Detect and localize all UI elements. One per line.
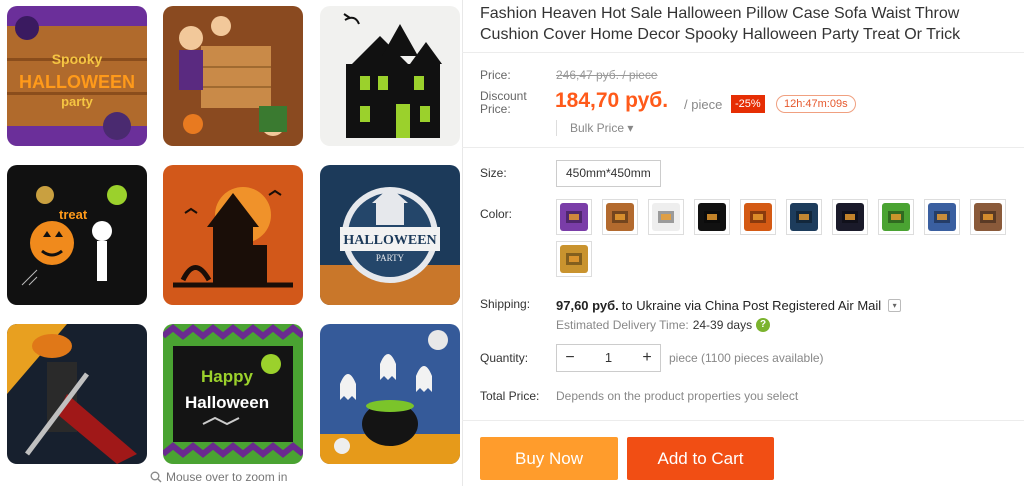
delivery-estimate: Estimated Delivery Time: 24-39 days ? bbox=[556, 318, 771, 332]
pillow-ghosts-cauldron-icon bbox=[320, 324, 460, 464]
pillow-swatch-icon bbox=[974, 203, 1002, 231]
discount-price-label: Discount Price: bbox=[480, 90, 527, 116]
thumbnail-halloween-party-banner[interactable]: HALLOWEEN PARTY bbox=[320, 165, 460, 305]
quantity-input[interactable]: 1 bbox=[583, 345, 634, 371]
quantity-stepper: − 1 + bbox=[556, 344, 661, 372]
shipping-cost: 97,60 руб. bbox=[556, 298, 619, 313]
magnifier-icon bbox=[150, 471, 162, 483]
pillow-pumpkin-knight-icon bbox=[7, 324, 147, 464]
add-to-cart-button[interactable]: Add to Cart bbox=[627, 437, 774, 480]
pillow-swatch-icon bbox=[744, 203, 772, 231]
zoom-hint-text: Mouse over to zoom in bbox=[166, 470, 288, 484]
buy-now-button[interactable]: Buy Now bbox=[480, 437, 618, 480]
pillow-halloween-treat-icon: treat bbox=[7, 165, 147, 305]
image-gallery: Spooky HALLOWEEN party treat HALLOWEEN P… bbox=[0, 0, 462, 486]
discount-badge: -25% bbox=[731, 95, 765, 113]
quantity-increase-button[interactable]: + bbox=[634, 345, 660, 371]
pillow-spooky-halloween-party-icon: Spooky HALLOWEEN party bbox=[7, 6, 147, 146]
color-swatch-ghosts[interactable] bbox=[924, 199, 960, 235]
pillow-swatch-icon bbox=[652, 203, 680, 231]
product-title: Fashion Heaven Hot Sale Halloween Pillow… bbox=[480, 5, 961, 43]
pillow-swatch-icon bbox=[560, 245, 588, 273]
pillow-orange-castle-icon bbox=[163, 165, 303, 305]
quantity-availability: piece (1100 pieces available) bbox=[669, 351, 824, 365]
shipping-label: Shipping: bbox=[480, 297, 531, 311]
price-unit: / piece bbox=[684, 97, 723, 112]
thumbnail-happy-halloween-zigzag[interactable]: Happy Halloween bbox=[163, 324, 303, 464]
thumbnail-haunted-house[interactable] bbox=[320, 6, 460, 146]
thumbnail-ghosts-cauldron[interactable] bbox=[320, 324, 460, 464]
svg-text:party: party bbox=[61, 94, 94, 109]
svg-text:HALLOWEEN: HALLOWEEN bbox=[19, 72, 135, 92]
pillow-swatch-icon bbox=[606, 203, 634, 231]
color-swatch-brown-pillow[interactable] bbox=[970, 199, 1006, 235]
discount-price: 184,70 руб. bbox=[555, 89, 669, 112]
svg-text:treat: treat bbox=[59, 207, 88, 222]
total-price-note: Depends on the product properties you se… bbox=[556, 389, 799, 403]
pillow-swatch-icon bbox=[560, 203, 588, 231]
quantity-decrease-button[interactable]: − bbox=[557, 345, 583, 371]
color-swatch-spooky-party[interactable] bbox=[556, 199, 592, 235]
svg-text:HALLOWEEN: HALLOWEEN bbox=[343, 233, 436, 248]
divider bbox=[462, 420, 1024, 421]
pillow-swatch-icon bbox=[928, 203, 956, 231]
divider bbox=[462, 52, 1024, 53]
price-label: Price: bbox=[480, 68, 511, 82]
eta-days: 24-39 days bbox=[692, 318, 753, 332]
shipping-route: to Ukraine via China Post Registered Air… bbox=[621, 298, 882, 313]
zoom-hint: Mouse over to zoom in bbox=[150, 470, 287, 484]
size-label: Size: bbox=[480, 166, 507, 180]
color-swatch-gold-pillow[interactable] bbox=[556, 241, 592, 277]
color-swatch-treat-black[interactable] bbox=[694, 199, 730, 235]
svg-text:Happy: Happy bbox=[201, 367, 254, 386]
color-swatch-wood-kids[interactable] bbox=[602, 199, 638, 235]
quantity-label: Quantity: bbox=[480, 351, 529, 365]
original-price: 246,47 руб. / piece bbox=[556, 68, 658, 82]
svg-text:Spooky: Spooky bbox=[52, 51, 103, 67]
pillow-swatch-icon bbox=[882, 203, 910, 231]
discount-label-line2: Price: bbox=[480, 102, 511, 116]
help-question-icon[interactable]: ? bbox=[756, 318, 771, 332]
thumbnail-halloween-treat[interactable]: treat bbox=[7, 165, 147, 305]
countdown-timer: 12h:47m:09s bbox=[776, 95, 856, 113]
shipping-dropdown-chevron-icon[interactable]: ▾ bbox=[888, 299, 902, 312]
pillow-witch-kids-wood-icon bbox=[163, 6, 303, 146]
pillow-haunted-house-icon bbox=[320, 6, 460, 146]
svg-text:Halloween: Halloween bbox=[185, 393, 269, 412]
thumbnail-orange-castle[interactable] bbox=[163, 165, 303, 305]
pillow-halloween-party-banner-icon: HALLOWEEN PARTY bbox=[320, 165, 460, 305]
pillow-swatch-icon bbox=[698, 203, 726, 231]
thumbnail-spooky-halloween-party[interactable]: Spooky HALLOWEEN party bbox=[7, 6, 147, 146]
thumbnail-witch-kids-wood[interactable] bbox=[163, 6, 303, 146]
color-swatch-orange-castle[interactable] bbox=[740, 199, 776, 235]
color-swatch-party-banner[interactable] bbox=[786, 199, 822, 235]
color-swatch-haunted-house[interactable] bbox=[648, 199, 684, 235]
bulk-price-dropdown[interactable]: Bulk Price ▾ bbox=[556, 120, 633, 136]
svg-text:PARTY: PARTY bbox=[376, 253, 405, 263]
divider bbox=[462, 147, 1024, 148]
pillow-happy-halloween-zigzag-icon: Happy Halloween bbox=[163, 324, 303, 464]
total-price-label: Total Price: bbox=[480, 389, 540, 403]
color-swatch-happy-zigzag[interactable] bbox=[878, 199, 914, 235]
color-swatch-pumpkin-knight[interactable] bbox=[832, 199, 868, 235]
panel-divider bbox=[462, 0, 463, 486]
color-label: Color: bbox=[480, 207, 513, 221]
size-option-450mm[interactable]: 450mm*450mm bbox=[556, 160, 661, 187]
thumbnail-pumpkin-knight[interactable] bbox=[7, 324, 147, 464]
eta-label: Estimated Delivery Time: bbox=[556, 318, 689, 332]
pillow-swatch-icon bbox=[790, 203, 818, 231]
shipping-info: 97,60 руб. to Ukraine via China Post Reg… bbox=[556, 298, 902, 313]
pillow-swatch-icon bbox=[836, 203, 864, 231]
